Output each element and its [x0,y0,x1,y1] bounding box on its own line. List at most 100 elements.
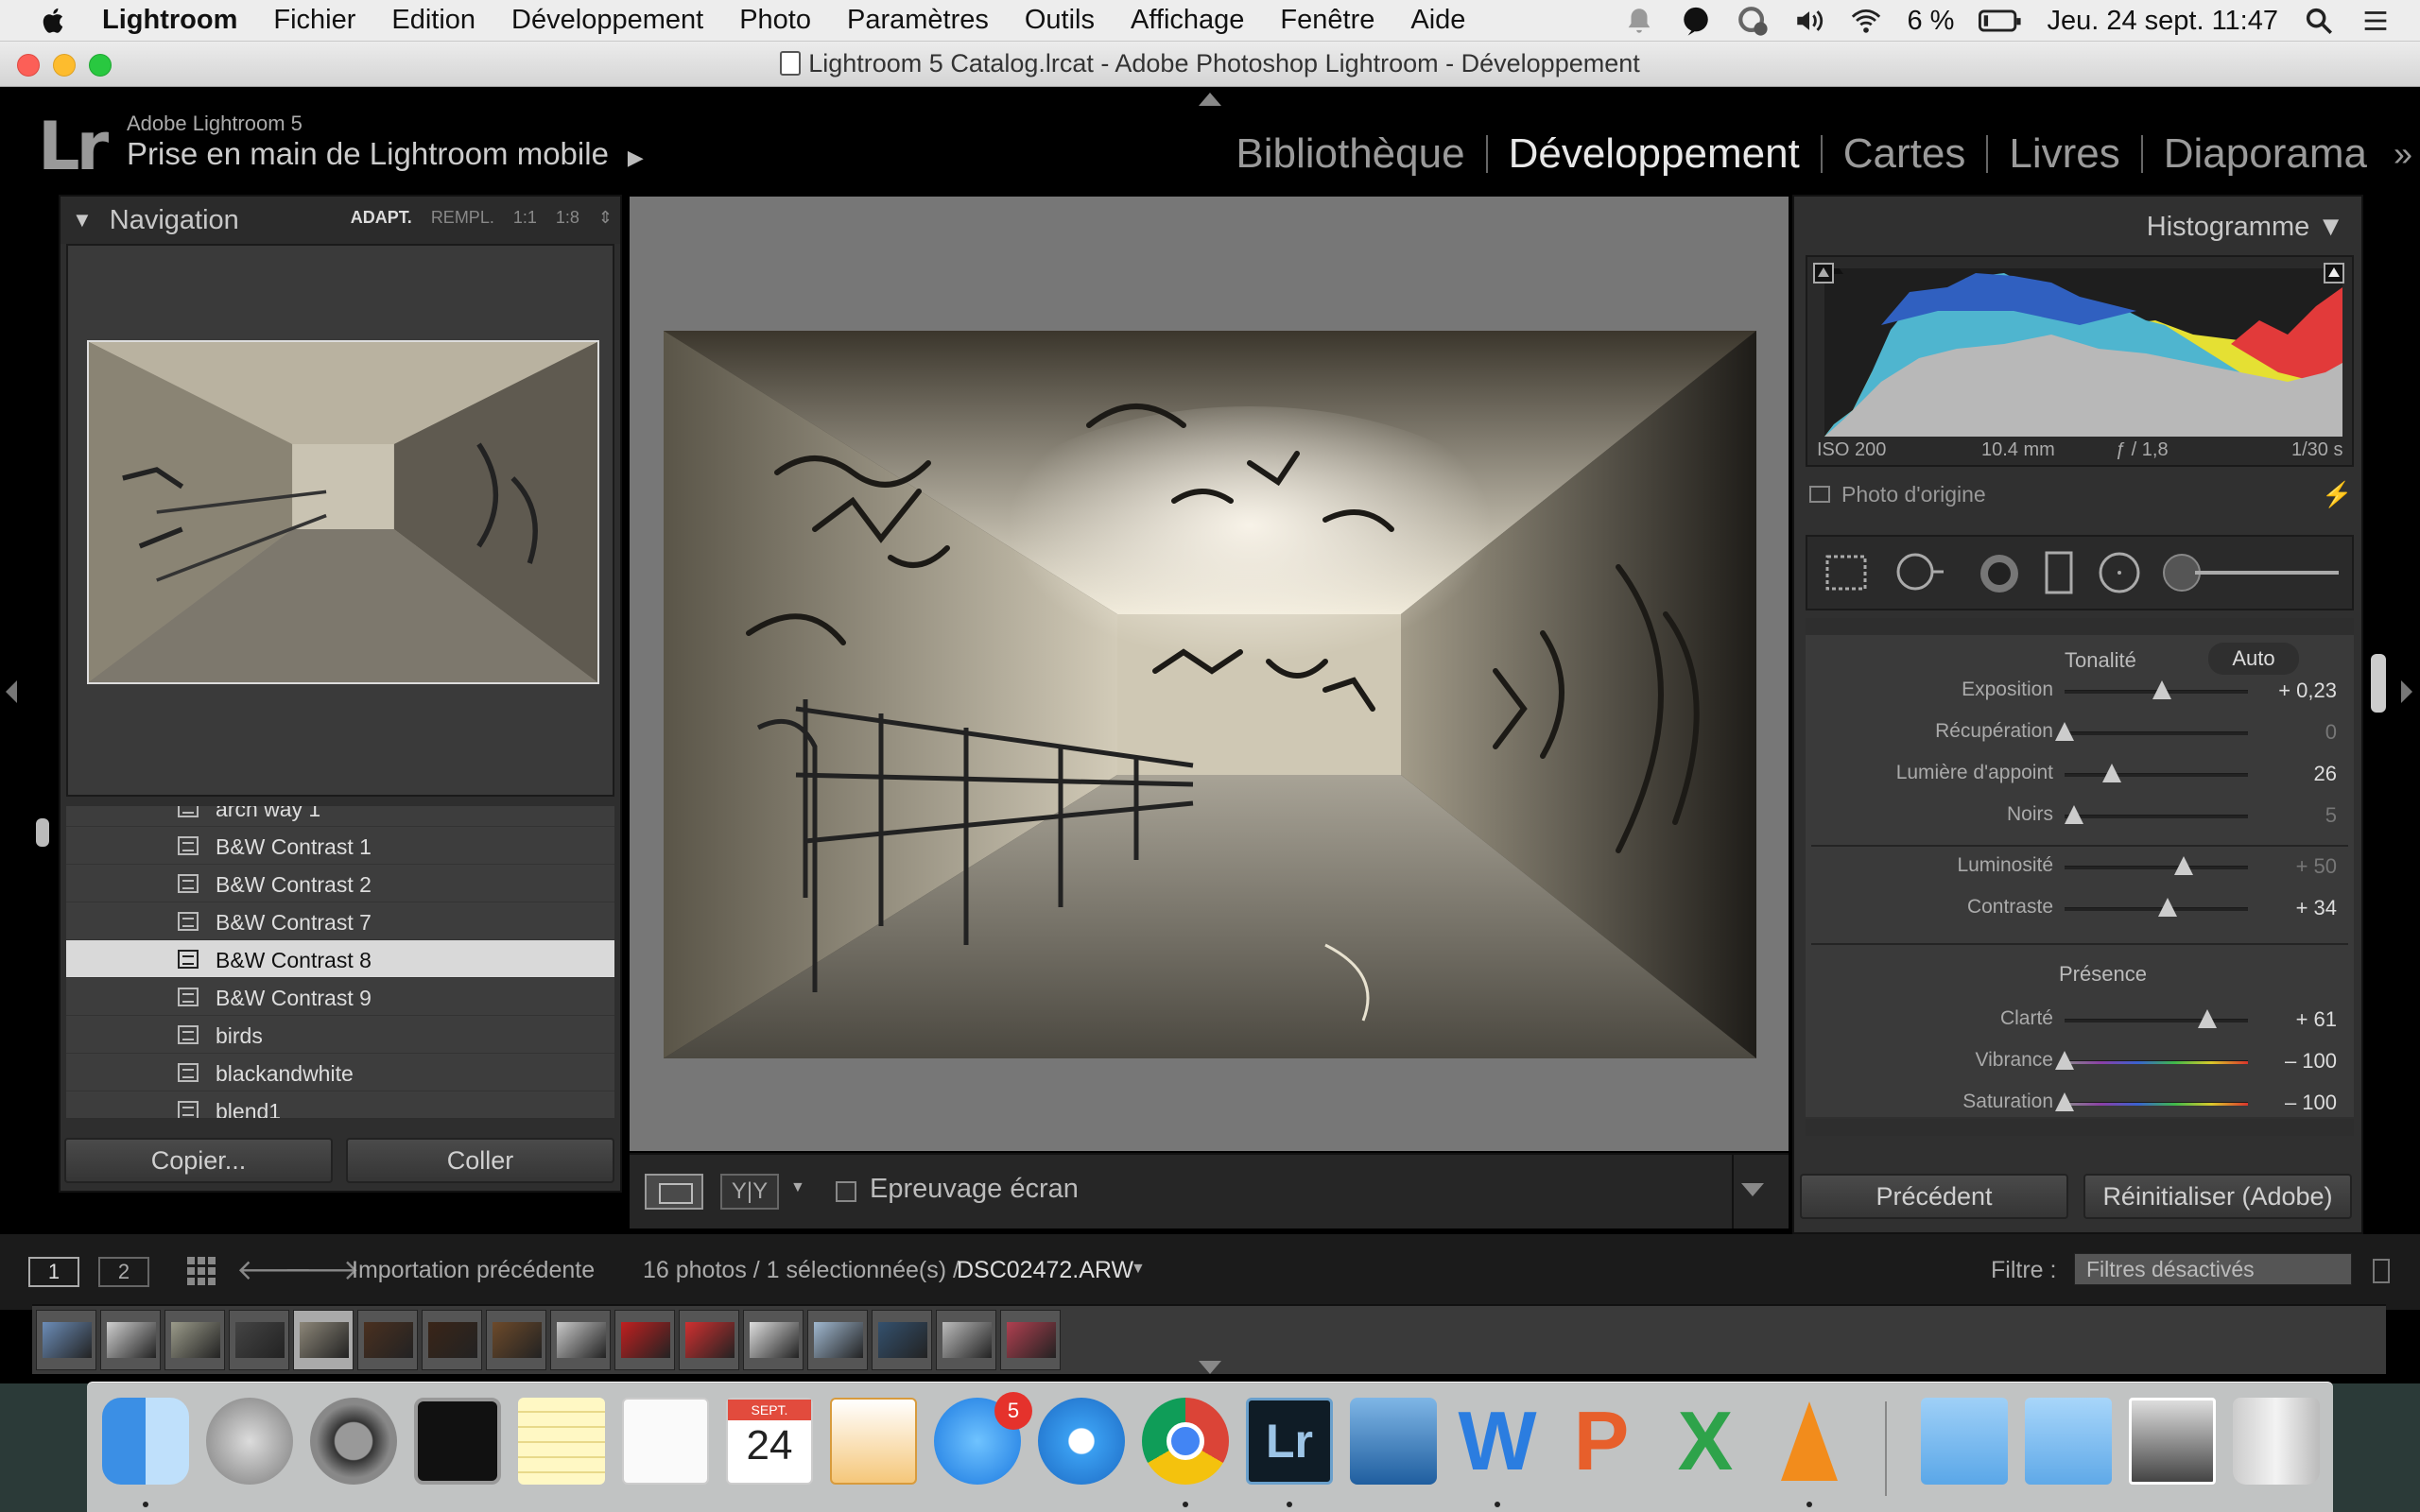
slider-thumb[interactable] [2198,1009,2218,1028]
slider-thumb[interactable] [2174,856,2194,875]
calendar-icon[interactable]: SEPT. 24 [726,1398,813,1485]
menu-edition[interactable]: Edition [391,5,475,36]
adjustment-value[interactable]: + 34 [2296,896,2337,920]
toolbar-content-chevron-icon[interactable] [1741,1183,1764,1196]
adjustment-value[interactable]: 0 [2325,720,2337,745]
preset-item[interactable]: blackandwhite [66,1054,614,1091]
next-photo-arrow-icon[interactable]: 🡒 [284,1253,359,1287]
paste-settings-button[interactable]: Coller [346,1138,614,1183]
before-after-button[interactable]: Y|Y [720,1174,779,1210]
shadow-clipping-toggle[interactable] [1813,263,1834,284]
slider-thumb[interactable] [2055,1051,2074,1070]
identity-play-icon[interactable]: ▶ [628,146,644,169]
downloads-folder-icon[interactable] [2025,1398,2112,1485]
auto-tone-button[interactable]: Auto [2208,643,2299,675]
top-panel-toggle-icon[interactable] [1199,93,1221,106]
filmstrip-thumbnail[interactable] [229,1310,289,1370]
module-developpement[interactable]: Développement [1488,130,1821,178]
before-after-dropdown-icon[interactable]: ▼ [790,1179,805,1196]
more-modules-icon[interactable]: » [2388,134,2412,174]
filmstrip-thumbnail[interactable] [872,1310,932,1370]
filmstrip-thumbnail[interactable] [679,1310,739,1370]
powerpoint-icon[interactable]: P [1558,1398,1645,1485]
slider-thumb[interactable] [2157,898,2177,917]
secondary-window-button[interactable]: 2 [98,1257,149,1287]
right-panel-scrollbar[interactable] [2371,654,2386,713]
main-photo[interactable] [664,331,1756,1058]
preset-item[interactable]: B&W Contrast 9 [66,978,614,1016]
zoom-fit[interactable]: ADAPT. [351,208,412,228]
original-photo-checkbox[interactable] [1809,486,1830,503]
brush-size-slider[interactable] [2195,571,2339,575]
menu-fenetre[interactable]: Fenêtre [1280,5,1374,36]
adjustment-value[interactable]: 26 [2314,762,2337,786]
adjustment-value[interactable]: + 0,23 [2278,679,2337,703]
identity-plate[interactable]: Prise en main de Lightroom mobile ▶ [127,136,644,172]
soft-proofing-checkbox[interactable] [836,1181,856,1202]
filmstrip-thumbnail[interactable] [936,1310,996,1370]
adjustment-slider[interactable] [2065,1060,2248,1064]
menu-photo[interactable]: Photo [739,5,811,36]
navigator-preview[interactable] [66,244,614,797]
wifi-icon[interactable] [1850,5,1882,37]
zoom-1-1[interactable]: 1:1 [513,208,537,228]
notification-center-icon[interactable] [2360,5,2392,37]
adjustment-slider[interactable] [2065,731,2248,735]
apple-menu-icon[interactable] [38,5,70,37]
filter-lock-icon[interactable] [2373,1259,2390,1283]
launchpad-icon[interactable] [206,1398,293,1485]
menu-outils[interactable]: Outils [1025,5,1095,36]
preset-item[interactable]: B&W Contrast 2 [66,865,614,902]
highlight-clipping-toggle[interactable] [2324,263,2344,284]
adjustment-slider[interactable] [2065,815,2248,818]
histogram-collapse-icon[interactable]: ▼ [2317,212,2344,242]
filmstrip-thumbnail[interactable] [550,1310,611,1370]
bottom-panel-toggle-icon[interactable] [1199,1361,1221,1374]
reset-adobe-button[interactable]: Réinitialiser (Adobe) [2083,1174,2352,1219]
adjustment-value[interactable]: – 100 [2285,1049,2337,1074]
preset-item[interactable]: B&W Contrast 8 [66,940,614,978]
filmstrip-thumbnail[interactable] [36,1310,96,1370]
notification-bell-icon[interactable] [1623,5,1655,37]
adjustment-value[interactable]: + 50 [2296,854,2337,879]
photos-stack-icon[interactable] [2129,1398,2216,1485]
slider-thumb[interactable] [2064,805,2083,824]
volume-icon[interactable] [1793,5,1825,37]
module-cartes[interactable]: Cartes [1823,130,1987,178]
left-panel-toggle-icon[interactable] [6,680,17,703]
finder-icon[interactable] [102,1398,189,1485]
source-label[interactable]: Importation précédente [352,1257,595,1284]
vlc-icon[interactable] [1766,1398,1853,1485]
filmstrip-thumbnail[interactable] [293,1310,354,1370]
spot-removal-tool-icon[interactable] [1894,550,1947,593]
excel-icon[interactable]: X [1662,1398,1749,1485]
slider-thumb[interactable] [2102,764,2122,782]
preset-item[interactable]: blend1 [66,1091,614,1118]
original-photo-toggle[interactable]: Photo d'origine ⚡ [1806,480,2354,518]
battery-icon[interactable] [1979,5,2022,37]
selected-filename[interactable]: DSC02472.ARW [957,1257,1133,1284]
word-icon[interactable]: W [1454,1398,1541,1485]
right-panel-toggle-icon[interactable] [2401,680,2412,703]
slider-thumb[interactable] [2055,722,2074,741]
filmstrip-thumbnail[interactable] [422,1310,482,1370]
navigator-collapse-icon[interactable]: ▼ [72,208,93,232]
module-diaporama[interactable]: Diaporama [2143,130,2388,178]
applications-folder-icon[interactable] [1921,1398,2008,1485]
menu-aide[interactable]: Aide [1410,5,1465,36]
reminders-icon[interactable] [622,1398,709,1485]
histogram-chart[interactable] [1824,268,2342,437]
filmstrip-thumbnail[interactable] [357,1310,418,1370]
filmstrip-thumbnail[interactable] [743,1310,804,1370]
adjustment-value[interactable]: 5 [2325,803,2337,828]
graduated-filter-tool-icon[interactable] [2044,550,2074,595]
preset-item[interactable]: birds [66,1016,614,1054]
virtualbox-icon[interactable] [1350,1398,1437,1485]
menu-clock[interactable]: Jeu. 24 sept. 11:47 [2047,6,2278,37]
menu-parametres[interactable]: Paramètres [847,5,989,36]
safari-icon[interactable] [1038,1398,1125,1485]
crop-tool-icon[interactable] [1824,554,1868,592]
filmstrip-thumbnail[interactable] [807,1310,868,1370]
lightroom-dock-icon[interactable]: Lr [1246,1398,1333,1485]
filter-select[interactable]: Filtres désactivés [2074,1253,2352,1285]
